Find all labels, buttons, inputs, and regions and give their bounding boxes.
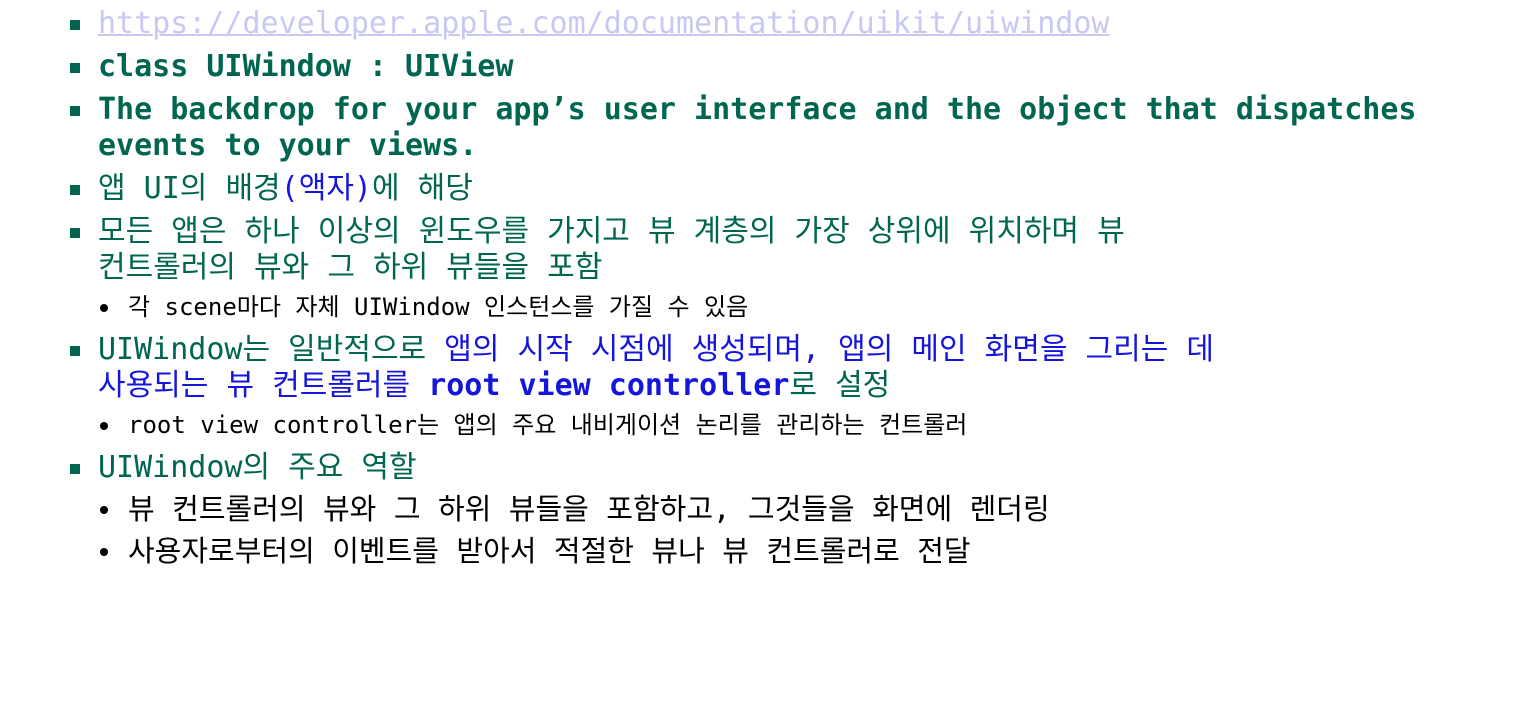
root-vc-note-text: root view controller는 앱의 주요 내비게이션 논리를 관리… <box>128 411 968 439</box>
documentation-link[interactable]: https://developer.apple.com/documentatio… <box>98 6 1109 41</box>
square-bullet-icon <box>70 185 80 195</box>
bullet-link-item: https://developer.apple.com/documentatio… <box>68 6 1508 42</box>
round-bullet-icon <box>100 548 108 556</box>
bullet-description: The backdrop for your app’s user interfa… <box>68 92 1508 164</box>
round-bullet-icon <box>100 422 108 430</box>
hierarchy-line-1: 모든 앱은 하나 이상의 윈도우를 가지고 뷰 계층의 가장 상위에 위치하며 … <box>98 214 1125 249</box>
square-bullet-icon <box>70 464 80 474</box>
class-declaration-text: class UIWindow : UIView <box>98 49 514 84</box>
main-roles-text: UIWindow의 주요 역할 <box>98 450 417 485</box>
bullet-window-hierarchy: 모든 앱은 하나 이상의 윈도우를 가지고 뷰 계층의 가장 상위에 위치하며 … <box>68 214 1508 286</box>
hierarchy-line-2: 컨트롤러의 뷰와 그 하위 뷰들을 포함 <box>98 250 603 285</box>
root-vc-text-e: 로 설정 <box>789 368 891 403</box>
sub-bullet-root-vc: root view controller는 앱의 주요 내비게이션 논리를 관리… <box>38 408 1508 442</box>
description-line-1: The backdrop for your app’s user interfa… <box>98 92 1417 127</box>
square-bullet-icon <box>70 346 80 356</box>
square-bullet-icon <box>70 20 80 30</box>
round-bullet-icon <box>100 506 108 514</box>
square-bullet-icon <box>70 228 80 238</box>
backdrop-text-c: 에 해당 <box>371 171 473 206</box>
events-role-text: 사용자로부터의 이벤트를 받아서 적절한 뷰나 뷰 컨트롤러로 전달 <box>128 534 971 568</box>
sub-bullet-events: 사용자로부터의 이벤트를 받아서 적절한 뷰나 뷰 컨트롤러로 전달 <box>38 530 1508 572</box>
bullet-main-roles: UIWindow의 주요 역할 <box>68 450 1508 486</box>
render-role-text: 뷰 컨트롤러의 뷰와 그 하위 뷰들을 포함하고, 그것들을 화면에 렌더링 <box>128 492 1050 526</box>
root-vc-text-a: UIWindow는 일반적으로 <box>98 332 445 367</box>
description-line-2: events to your views. <box>98 128 478 163</box>
root-vc-line-2: 사용되는 뷰 컨트롤러를 root view controller로 설정 <box>98 368 1508 404</box>
square-bullet-icon <box>70 106 80 116</box>
backdrop-text-a: 앱 UI의 배경 <box>98 171 281 206</box>
root-vc-line-1: UIWindow는 일반적으로 앱의 시작 시점에 생성되며, 앱의 메인 화면… <box>98 332 1508 368</box>
bullet-class-declaration: class UIWindow : UIView <box>68 49 1508 85</box>
bullet-list: https://developer.apple.com/documentatio… <box>68 6 1508 580</box>
backdrop-text-frame: (액자) <box>280 171 372 206</box>
sub-bullet-scene: 각 scene마다 자체 UIWindow 인스턴스를 가질 수 있음 <box>38 290 1508 324</box>
square-bullet-icon <box>70 63 80 73</box>
sub-bullet-render: 뷰 컨트롤러의 뷰와 그 하위 뷰들을 포함하고, 그것들을 화면에 렌더링 <box>38 488 1508 530</box>
root-vc-text-c: 사용되는 뷰 컨트롤러를 <box>98 368 429 403</box>
root-vc-text-d: root view controller <box>428 368 790 403</box>
root-vc-text-b: 앱의 시작 시점에 생성되며, 앱의 메인 화면을 그리는 데 <box>444 332 1214 367</box>
bullet-backdrop-note: 앱 UI의 배경(액자)에 해당 <box>68 171 1508 207</box>
bullet-root-view-controller: UIWindow는 일반적으로 앱의 시작 시점에 생성되며, 앱의 메인 화면… <box>68 332 1508 404</box>
round-bullet-icon <box>100 304 108 312</box>
scene-note-text: 각 scene마다 자체 UIWindow 인스턴스를 가질 수 있음 <box>128 293 749 321</box>
